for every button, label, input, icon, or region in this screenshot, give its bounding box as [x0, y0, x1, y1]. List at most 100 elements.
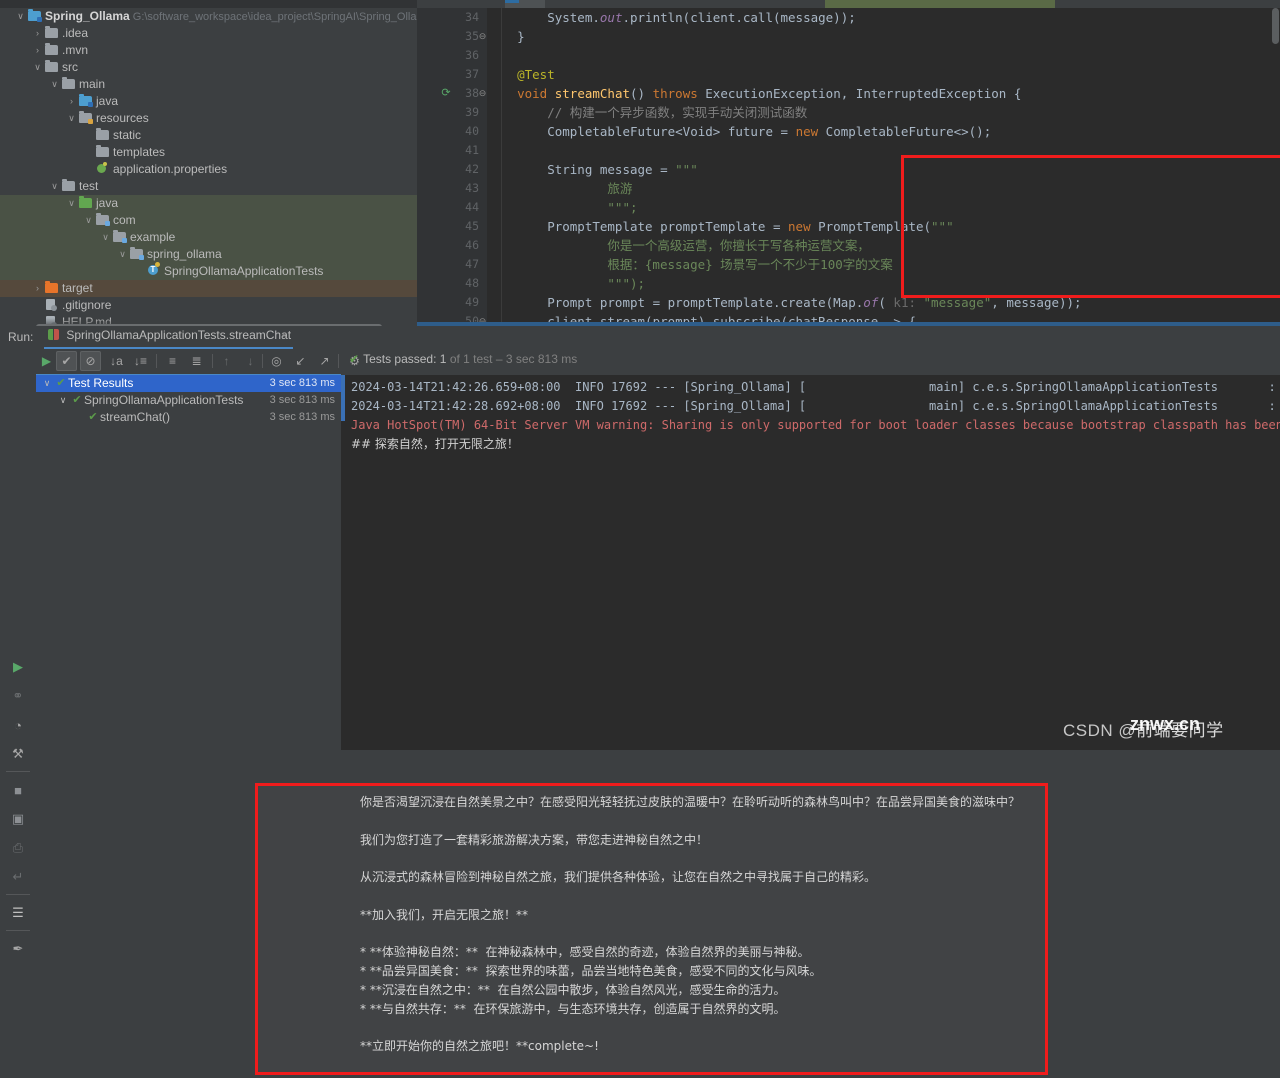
code-token: .println(client.call(message));: [622, 10, 856, 25]
tree-item-label: resources: [96, 111, 149, 125]
test-tree-row[interactable]: ∨ ✔ Test Results 3 sec 813 ms: [36, 375, 341, 392]
folder-icon: [95, 128, 110, 141]
soft-wrap-icon[interactable]: ↵: [0, 862, 36, 891]
console-output[interactable]: 2024-03-14T21:42:26.659+08:00 INFO 17692…: [341, 375, 1280, 750]
package-icon: [95, 213, 110, 226]
test-tree-row[interactable]: ✔ streamChat() 3 sec 813 ms: [36, 409, 341, 426]
run-tab-title: SpringOllamaApplicationTests.streamChat: [66, 328, 292, 342]
model-output-highlight-box: [255, 783, 1048, 1075]
run-label: Run:: [8, 330, 34, 344]
test-tree-row[interactable]: ∨ ✔ SpringOllamaApplicationTests 3 sec 813 …: [36, 392, 341, 409]
tree-item-label: templates: [113, 145, 166, 159]
project-tree[interactable]: ∨ Spring_Ollama G:\software_workspace\ide…: [0, 8, 417, 326]
track-running-test-button[interactable]: ◎: [266, 351, 287, 371]
test-results-tree[interactable]: ∨ ✔ Test Results 3 sec 813 ms ∨ ✔ SpringOllama…: [36, 375, 341, 750]
debug-icon[interactable]: ⚭: [0, 681, 36, 710]
toolbar-separator: [262, 354, 263, 368]
project-tree-item-java[interactable]: › java: [0, 93, 417, 110]
project-tree-item-src[interactable]: ∨ src: [0, 59, 417, 76]
editor-gutter[interactable]: 34 35 ⊖ 36 37 38 ⊖ ⟳ 39 40 41 42 43 44 45 46 47 48 49 50 ⊖: [417, 8, 487, 326]
project-tree-item-application-properties[interactable]: application.properties: [0, 161, 417, 178]
chevron-right-icon[interactable]: ›: [31, 42, 44, 59]
project-tree-item--gitignore[interactable]: .gitignore: [0, 297, 417, 314]
previous-failed-button[interactable]: ↑: [216, 351, 237, 371]
project-tree-item-target[interactable]: › target: [0, 280, 417, 297]
run-tool-window[interactable]: Run: SpringOllamaApplicationTests.stream…: [0, 326, 1280, 1078]
export-tests-icon: ↗: [319, 354, 330, 368]
rerun-button[interactable]: ▶: [36, 351, 57, 371]
chevron-down-icon[interactable]: ∨: [65, 195, 78, 212]
export-tests-button[interactable]: ↗: [314, 351, 335, 371]
previous-failed-icon: ↑: [223, 354, 230, 368]
editor-search-hint[interactable]: [825, 0, 1055, 8]
chevron-down-icon[interactable]: ∨: [14, 8, 27, 25]
project-tool-window[interactable]: ∨ Spring_Ollama G:\software_workspace\ide…: [0, 8, 417, 326]
close-icon[interactable]: ×: [281, 330, 287, 342]
console-view-icon[interactable]: ☰: [0, 898, 36, 927]
chevron-down-icon[interactable]: ∨: [48, 76, 61, 93]
editor-vertical-scrollbar[interactable]: [1272, 8, 1279, 44]
project-tree-item-spring-ollama[interactable]: ∨ spring_ollama: [0, 246, 417, 263]
chevron-down-icon[interactable]: ∨: [116, 246, 129, 263]
stop-icon[interactable]: ■: [0, 775, 36, 804]
next-failed-button[interactable]: ↓: [240, 351, 261, 371]
code-token: out: [599, 10, 623, 25]
pin-icon[interactable]: ✒: [0, 934, 36, 963]
chevron-down-icon[interactable]: ∨: [56, 392, 70, 409]
run-icon[interactable]: ▶: [0, 652, 36, 681]
run-icon: ▶: [13, 659, 23, 674]
folder-icon: [44, 60, 59, 73]
tests-passed-count: 1: [439, 352, 447, 366]
expand-all-icon: ≡: [168, 354, 176, 368]
project-tree-item-example[interactable]: ∨ example: [0, 229, 417, 246]
watermark-prefix: CSDN @: [1063, 721, 1137, 740]
sort-by-duration-button[interactable]: ↓≡: [130, 351, 151, 371]
project-tree-item-com[interactable]: ∨ com: [0, 212, 417, 229]
chevron-down-icon[interactable]: ∨: [40, 375, 54, 392]
test-source-folder-icon: [78, 196, 93, 209]
chevron-down-icon[interactable]: ∨: [65, 110, 78, 127]
services-icon[interactable]: ◔: [0, 710, 36, 739]
project-tree-item-main[interactable]: ∨ main: [0, 76, 417, 93]
code-token: CompletableFuture<>();: [818, 124, 992, 139]
project-root-path: G:\software_workspace\idea_project\Sprin…: [129, 11, 417, 23]
run-test-icon[interactable]: ⟳: [439, 84, 453, 103]
print-icon[interactable]: ⎙: [0, 833, 36, 862]
console-line: 2024-03-14T21:42:28.692+08:00 INFO 17692…: [351, 399, 1280, 413]
show-ignored-toggle[interactable]: ⊘: [80, 351, 101, 371]
code-token: }: [487, 29, 525, 44]
chevron-right-icon[interactable]: ›: [65, 93, 78, 110]
run-configuration-tab[interactable]: SpringOllamaApplicationTests.streamChat: [44, 328, 297, 347]
build-wrench-icon[interactable]: ⚒: [0, 739, 36, 768]
project-tree-item--idea[interactable]: › .idea: [0, 25, 417, 42]
sort-alphabetically-button[interactable]: ↓a: [106, 351, 127, 371]
collapse-all-icon: ≣: [191, 354, 202, 368]
chevron-right-icon[interactable]: ›: [31, 25, 44, 42]
expand-all-button[interactable]: ≡: [162, 351, 183, 371]
chevron-down-icon[interactable]: ∨: [31, 59, 44, 76]
project-tree-item-resources[interactable]: ∨ resources: [0, 110, 417, 127]
project-tree-item-java[interactable]: ∨ java: [0, 195, 417, 212]
code-token: """: [675, 162, 698, 177]
show-passed-toggle[interactable]: ✔: [56, 351, 77, 371]
code-editor[interactable]: 34 35 ⊖ 36 37 38 ⊖ ⟳ 39 40 41 42 43 44 45 46 47 48 49 50 ⊖ S…: [417, 8, 1280, 326]
project-tree-item-springollamaapplicationtests[interactable]: T SpringOllamaApplicationTests: [0, 262, 417, 280]
project-tree-item-static[interactable]: static: [0, 127, 417, 144]
chevron-right-icon[interactable]: ›: [31, 280, 44, 297]
import-tests-button[interactable]: ↙: [290, 351, 311, 371]
test-runner-toolbar[interactable]: ▶ ✔ ⊘ ↓a ↓≡ ≡ ≣ ↑ ↓ ◎ ↙ ↗ ⚙: [36, 348, 1280, 374]
collapse-all-button[interactable]: ≣: [186, 351, 207, 371]
chevron-down-icon[interactable]: ∨: [99, 229, 112, 246]
project-tree-item-test[interactable]: ∨ test: [0, 178, 417, 195]
chevron-down-icon[interactable]: ∨: [82, 212, 95, 229]
run-window-side-toolbar[interactable]: ▶ ⚭ ◔ ⚒ ■ ▣ ⎙ ↵ ☰ ✒: [0, 652, 36, 1078]
status-check-icon: ✔: [349, 352, 360, 366]
screenshot-icon[interactable]: ▣: [0, 804, 36, 833]
toolbar-separator: [338, 354, 339, 368]
project-tree-item-templates[interactable]: templates: [0, 144, 417, 161]
project-tree-item--mvn[interactable]: › .mvn: [0, 42, 417, 59]
chevron-down-icon[interactable]: ∨: [48, 178, 61, 195]
project-tree-root[interactable]: ∨ Spring_Ollama G:\software_workspace\ide…: [0, 8, 417, 25]
